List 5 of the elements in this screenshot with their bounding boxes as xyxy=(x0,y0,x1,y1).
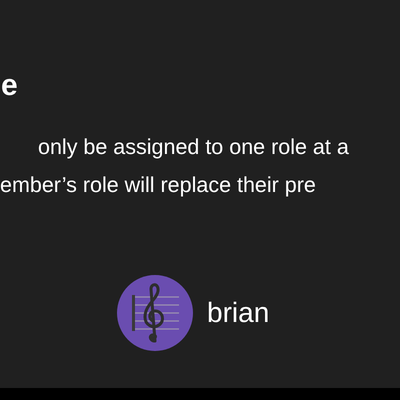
description-text: ember’s role will replace their pre xyxy=(0,172,316,198)
description-text: only be assigned to one role at a xyxy=(38,134,349,160)
avatar-icon xyxy=(117,275,193,351)
member-name: brian xyxy=(207,297,270,329)
dialog-title: e xyxy=(0,68,18,104)
